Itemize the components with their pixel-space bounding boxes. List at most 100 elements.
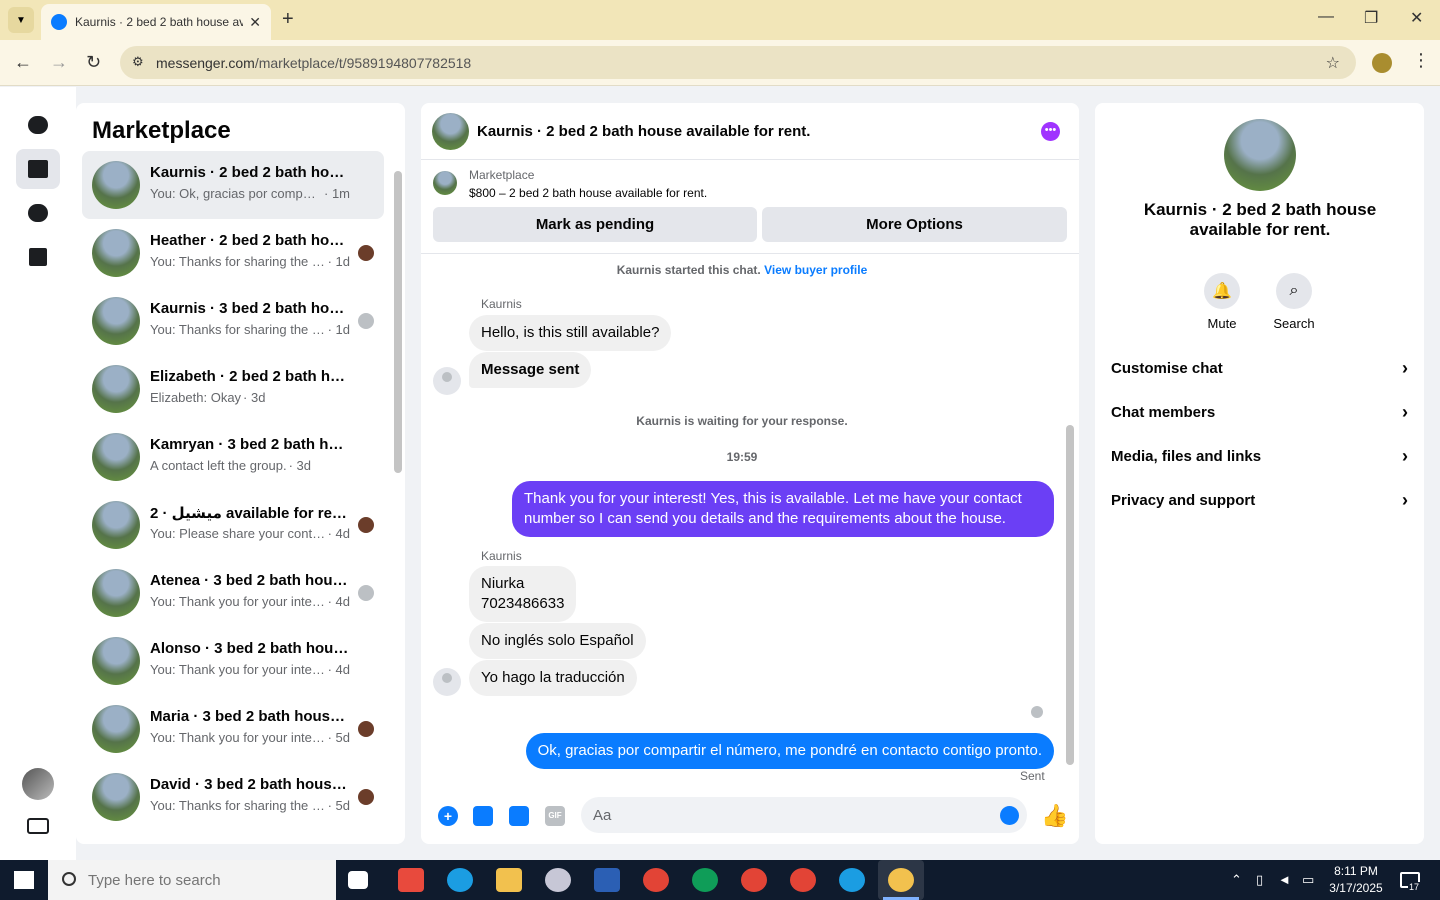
tray-chevron-up-icon[interactable]: ⌃ (1231, 872, 1242, 888)
bookmark-star-icon[interactable]: ☆ (1326, 53, 1340, 73)
mute-label: Mute (1207, 316, 1237, 331)
conversation-time: · 4d (327, 594, 350, 609)
chrome-profile-icon[interactable] (692, 868, 718, 892)
chats-nav[interactable] (16, 105, 60, 145)
profile-avatar-icon[interactable] (1372, 53, 1392, 73)
url-path: /marketplace/t/9589194807782518 (254, 54, 472, 71)
conversation-item[interactable]: Alonso · 3 bed 2 bath hous... You: Thank… (82, 627, 384, 695)
outgoing-message[interactable]: Ok, gracias por compartir el número, me … (525, 733, 1054, 769)
conversation-item[interactable]: Kamryan · 3 bed 2 bath ho... A contact l… (82, 423, 384, 491)
search-button[interactable]: ⌕ Search (1264, 273, 1324, 331)
anydesk-icon[interactable] (398, 868, 424, 892)
incoming-message[interactable]: No inglés solo Español (469, 623, 646, 659)
clock-time: 8:11 PM (1334, 864, 1378, 878)
thumbs-up-icon[interactable]: 👍 (1041, 803, 1068, 829)
taskbar-clock[interactable]: 8:11 PM 3/17/2025 (1326, 863, 1386, 897)
battery-icon[interactable]: ▯ (1256, 872, 1263, 888)
chat-title[interactable]: Kaurnis · 2 bed 2 bath house available f… (477, 123, 810, 140)
incoming-message[interactable]: Niurka 7023486633 (469, 566, 577, 622)
list-title: Marketplace (92, 117, 231, 144)
store-icon (28, 160, 48, 178)
user-avatar[interactable] (22, 768, 54, 800)
reload-button[interactable]: ↻ (86, 52, 101, 73)
network-icon[interactable]: ▭ (1302, 872, 1314, 888)
chrome-profile-icon[interactable] (741, 868, 767, 892)
chevron-down-icon: ▼ (16, 14, 26, 26)
conversation-time: · 1m (324, 186, 350, 201)
conversation-item[interactable]: Kaurnis · 2 bed 2 bath hous... You: Ok, … (82, 151, 384, 219)
conversation-item[interactable]: ميشيل · 2 available for rent ... You: Pl… (82, 491, 384, 559)
tab-search-button[interactable]: ▼ (8, 7, 34, 33)
conversation-item[interactable]: Kaurnis · 3 bed 2 bath hous... You: Than… (82, 287, 384, 355)
outgoing-message[interactable]: Thank you for your interest! Yes, this i… (512, 481, 1054, 537)
media-files-links-row[interactable]: Media, files and links › (1111, 434, 1408, 478)
new-tab-button[interactable]: + (282, 8, 294, 31)
conversation-item[interactable]: Elizabeth · 2 bed 2 bath ho... Elizabeth… (82, 355, 384, 423)
archive-nav[interactable] (16, 237, 60, 277)
customise-chat-row[interactable]: Customise chat › (1111, 346, 1408, 390)
conversation-item[interactable]: Maria · 3 bed 2 bath house... You: Thank… (82, 695, 384, 763)
view-buyer-profile-link[interactable]: View buyer profile (764, 263, 867, 277)
message-timestamp: 19:59 (726, 450, 758, 464)
archive-icon (29, 248, 47, 266)
chat-members-row[interactable]: Chat members › (1111, 390, 1408, 434)
chrome-icon[interactable] (643, 868, 669, 892)
plus-icon[interactable]: + (438, 806, 458, 826)
address-bar[interactable]: ⚙ messenger.com/marketplace/t/9589194807… (120, 46, 1356, 79)
browser-menu-icon[interactable]: ⋮ (1412, 50, 1430, 71)
incoming-message[interactable]: Message sent (469, 352, 592, 388)
image-icon[interactable] (473, 806, 493, 826)
emoji-icon[interactable] (1000, 806, 1019, 825)
taskbar-search-input[interactable] (48, 860, 336, 900)
close-tab-icon[interactable]: ✕ (249, 14, 261, 31)
chrome-active-icon[interactable] (888, 868, 914, 892)
requests-nav[interactable] (16, 193, 60, 233)
forward-button[interactable]: → (50, 52, 68, 73)
close-window-button[interactable]: ✕ (1410, 8, 1423, 28)
privacy-support-row[interactable]: Privacy and support › (1111, 478, 1408, 522)
browser-tab[interactable]: Kaurnis · 2 bed 2 bath house av ✕ (41, 4, 271, 40)
conversation-name: Alonso · 3 bed 2 bath hous... (150, 640, 350, 657)
chat-listing-thumbnail[interactable] (432, 113, 469, 150)
more-options-icon[interactable]: ••• (1041, 122, 1060, 141)
sidebar-toggle-icon[interactable] (27, 818, 49, 834)
message-input[interactable] (581, 797, 1027, 833)
volume-icon[interactable]: ◄ (1278, 872, 1291, 887)
marketplace-nav[interactable] (16, 149, 60, 189)
browser-tab-bar: ▼ Kaurnis · 2 bed 2 bath house av ✕ + — … (0, 0, 1440, 40)
sticker-icon[interactable] (509, 806, 529, 826)
sender-avatar[interactable] (433, 367, 461, 395)
seen-avatar (358, 517, 374, 533)
task-view-icon[interactable] (348, 871, 368, 889)
mute-button[interactable]: 🔔 Mute (1192, 273, 1252, 331)
row-label: Privacy and support (1111, 491, 1256, 509)
windows-start-icon[interactable] (14, 871, 34, 889)
chat-scrollbar[interactable] (1066, 425, 1074, 765)
browser-toolbar: ← → ↻ ⚙ messenger.com/marketplace/t/9589… (0, 40, 1440, 86)
incoming-message[interactable]: Hello, is this still available? (469, 315, 672, 351)
word-icon[interactable] (594, 868, 620, 892)
conversation-preview: You: Thanks for sharing the n... (150, 254, 326, 269)
minimize-button[interactable]: — (1318, 8, 1334, 26)
site-info-icon[interactable]: ⚙ (132, 54, 144, 70)
edge-icon[interactable] (447, 868, 473, 892)
conversation-item[interactable]: Atenea · 3 bed 2 bath hous... You: Thank… (82, 559, 384, 627)
paint-icon[interactable] (545, 868, 571, 892)
gif-icon[interactable]: GIF (545, 806, 565, 826)
mark-as-pending-button[interactable]: Mark as pending (433, 207, 757, 242)
conversation-item[interactable]: Heather · 2 bed 2 bath hou... You: Thank… (82, 219, 384, 287)
listing-price[interactable]: $800 – 2 bed 2 bath house available for … (469, 186, 707, 200)
more-options-button[interactable]: More Options (762, 207, 1067, 242)
incoming-message[interactable]: Yo hago la traducción (469, 660, 637, 696)
windows-taskbar: ⌃ ▯ ◄ ▭ 8:11 PM 3/17/2025 17 (0, 860, 1440, 900)
conversation-item[interactable]: David · 3 bed 2 bath house... You: Thank… (82, 763, 384, 831)
back-button[interactable]: ← (14, 52, 32, 73)
chrome-profile-icon[interactable] (839, 868, 865, 892)
file-explorer-icon[interactable] (496, 868, 522, 892)
maximize-button[interactable]: ❐ (1364, 8, 1378, 28)
sender-avatar[interactable] (433, 668, 461, 696)
conversation-name: David · 3 bed 2 bath house... (150, 776, 350, 793)
list-scrollbar[interactable] (394, 171, 402, 473)
search-icon (62, 872, 76, 886)
chrome-profile-icon[interactable] (790, 868, 816, 892)
